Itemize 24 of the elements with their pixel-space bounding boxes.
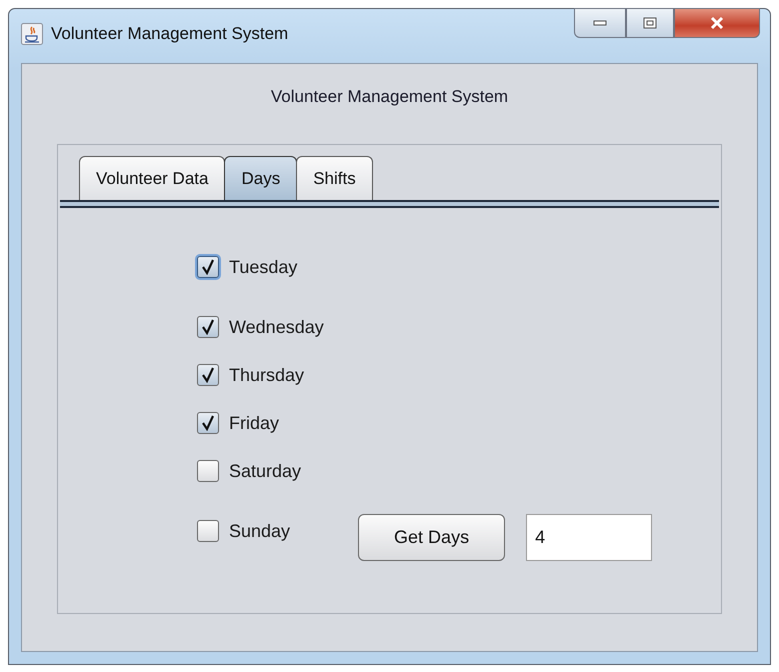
day-checkbox[interactable]: Saturday [197, 458, 302, 484]
close-button[interactable] [674, 8, 760, 38]
minimize-icon [593, 19, 607, 27]
tab[interactable]: Shifts [296, 156, 373, 200]
checkmark-icon [201, 415, 215, 431]
day-checkbox[interactable]: Wednesday [197, 314, 324, 340]
tab[interactable]: Days [224, 156, 298, 200]
checkmark-icon [201, 259, 215, 275]
tab[interactable]: Volunteer Data [79, 156, 226, 200]
day-checkbox[interactable]: Thursday [197, 362, 304, 388]
result-field[interactable]: 4 [526, 514, 652, 561]
get-days-button[interactable]: Get Days [358, 514, 506, 561]
day-checkbox[interactable]: Sunday [197, 518, 290, 544]
close-icon [709, 16, 725, 30]
minimize-button[interactable] [574, 8, 626, 38]
day-checkbox[interactable]: Tuesday [197, 254, 298, 280]
maximize-icon [643, 17, 657, 29]
coffee-cup-icon [21, 23, 43, 45]
window-title: Volunteer Management System [51, 23, 288, 45]
checkmark-icon [201, 367, 215, 383]
app-heading: Volunteer Management System [270, 87, 508, 107]
day-checkbox[interactable]: Friday [197, 410, 280, 436]
maximize-button[interactable] [626, 8, 674, 38]
checkmark-icon [201, 319, 215, 335]
